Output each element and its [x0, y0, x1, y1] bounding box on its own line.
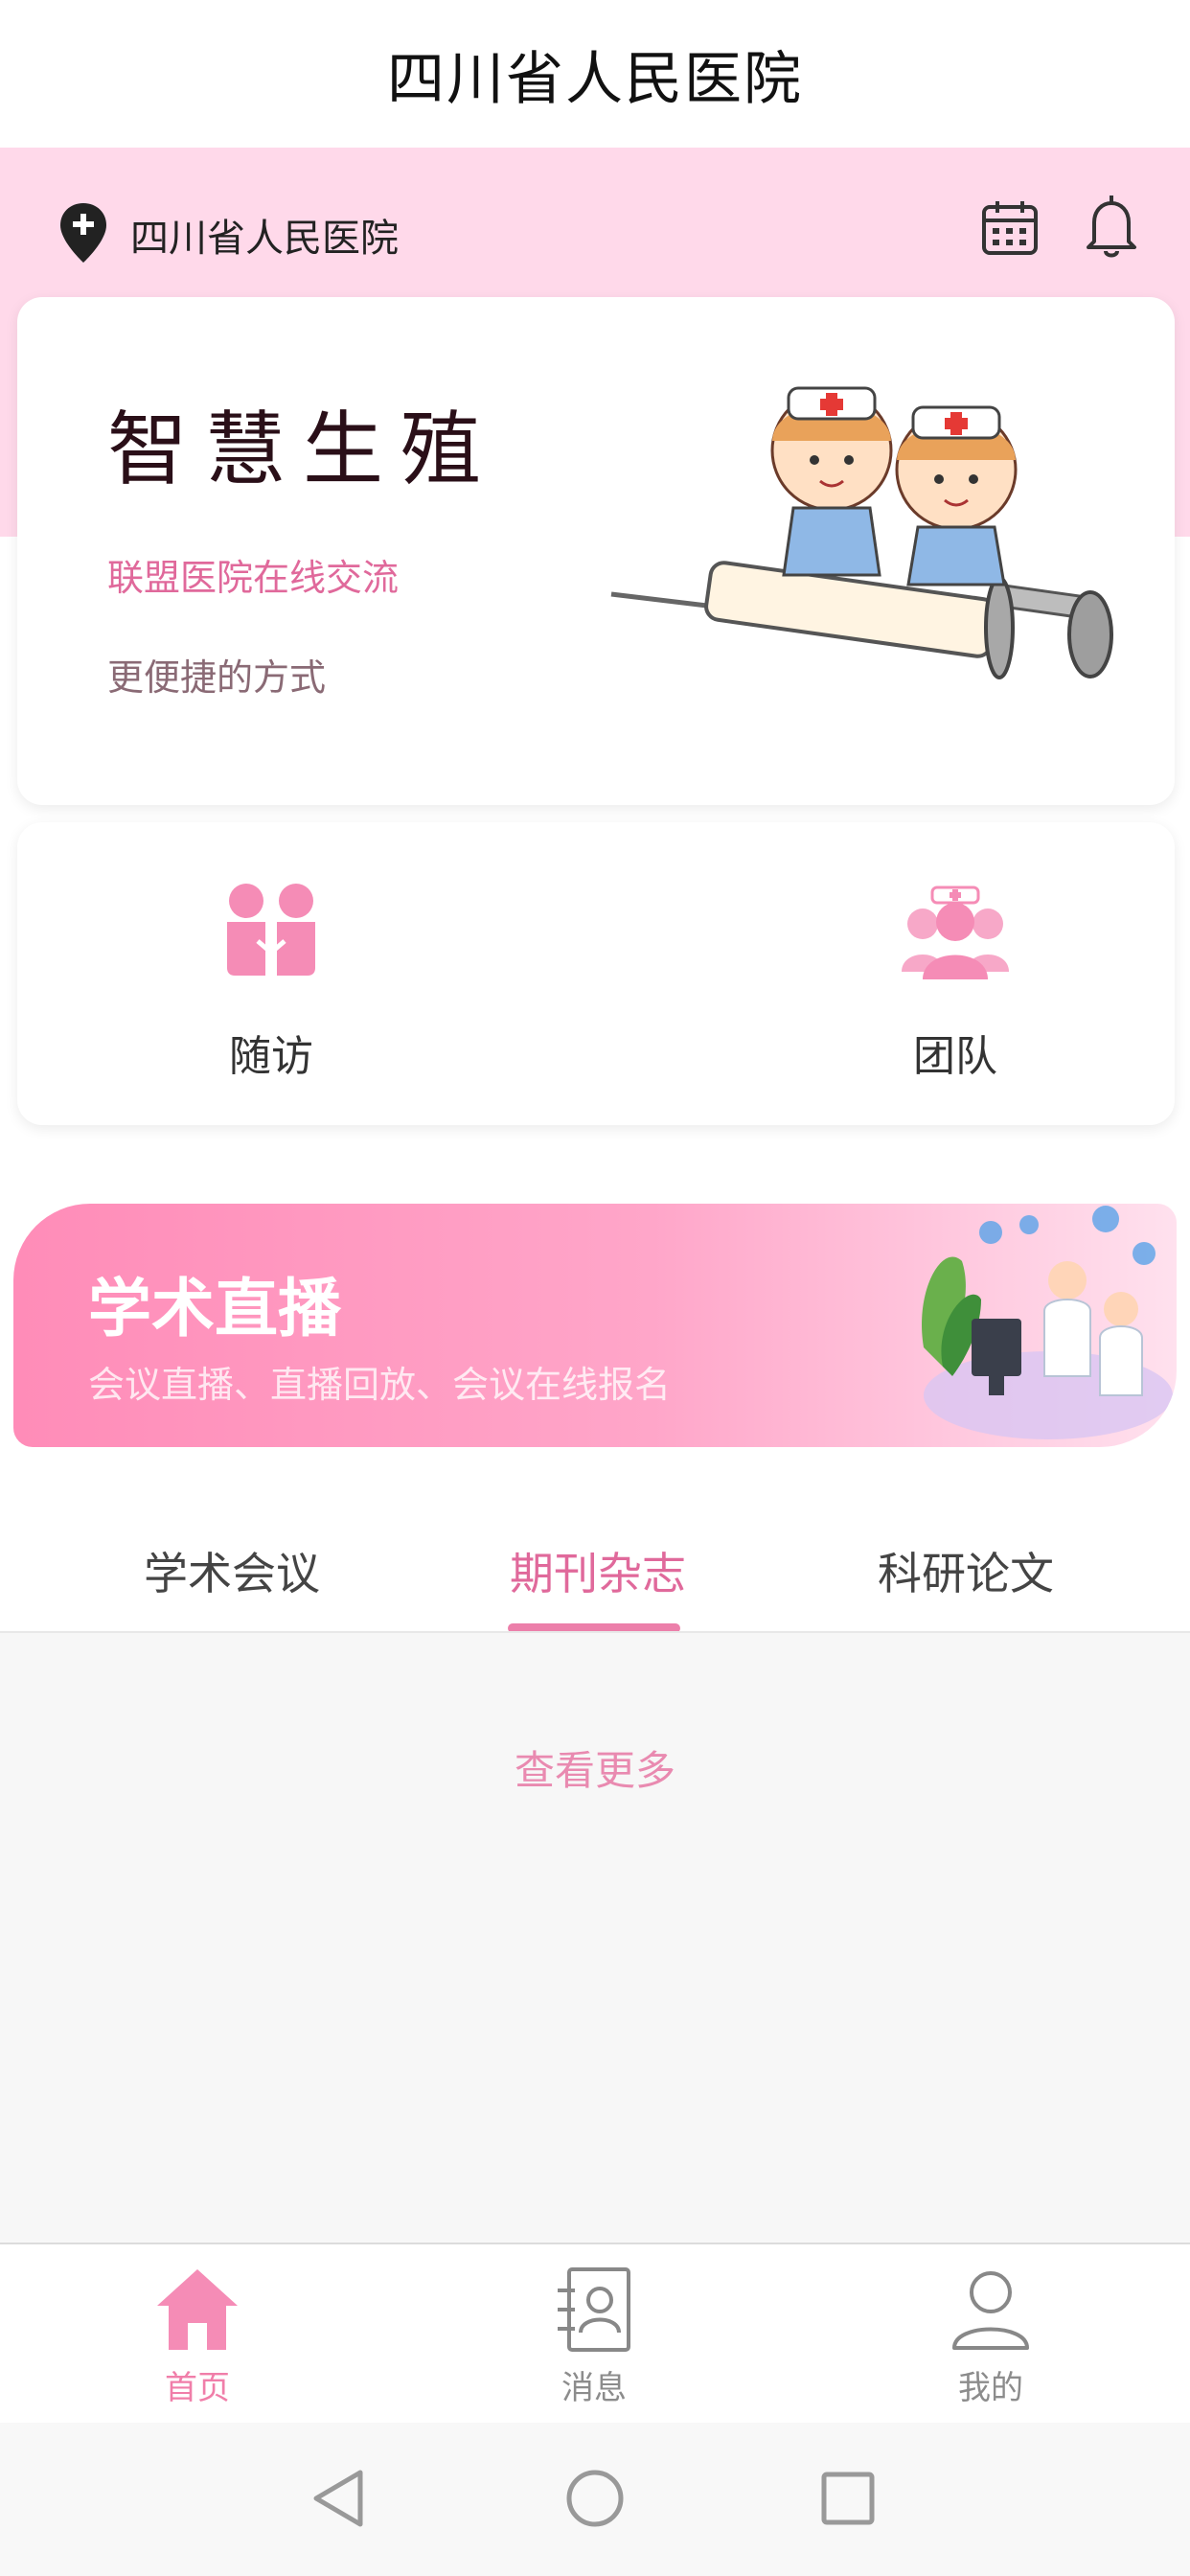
calendar-icon[interactable]	[979, 197, 1041, 259]
nav-profile[interactable]: 我的	[895, 2264, 1087, 2408]
nav-profile-label: 我的	[958, 2369, 1023, 2407]
home-circle-icon[interactable]	[561, 2465, 629, 2532]
home-icon	[157, 2269, 238, 2350]
user-icon	[952, 2271, 1029, 2350]
nav-messages-label: 消息	[561, 2369, 627, 2407]
banner-title: 学术直播	[88, 1272, 341, 1346]
hero-subtitle: 更便捷的方式	[107, 656, 327, 699]
quick-action-team[interactable]: 团队	[812, 880, 1099, 1083]
view-more-link[interactable]: 查看更多	[0, 1738, 1190, 1797]
page-title: 四川省人民医院	[387, 45, 803, 113]
quick-action-team-label: 团队	[913, 1032, 997, 1081]
back-triangle-icon[interactable]	[307, 2465, 374, 2532]
hero-card[interactable]: 智慧生殖 联盟医院在线交流 更便捷的方式	[17, 297, 1175, 805]
location-label[interactable]: 四川省人民医院	[130, 207, 399, 263]
tab-content-area: 查看更多	[0, 1633, 1190, 2242]
doctors-consultation-illustration	[922, 1206, 1173, 1439]
content-tabs: 学术会议 期刊杂志 科研论文	[0, 1514, 1190, 1633]
quick-action-follow-up-label: 随访	[229, 1032, 313, 1081]
nav-home-label: 首页	[165, 2369, 230, 2407]
nav-messages[interactable]: 消息	[498, 2264, 690, 2408]
tab-journals[interactable]: 期刊杂志	[510, 1539, 686, 1602]
contacts-card-icon	[558, 2267, 630, 2352]
quick-actions-card: 随访 团队	[17, 822, 1175, 1125]
location-row: 四川省人民医院	[0, 182, 1190, 278]
system-nav-bar	[0, 2423, 1190, 2576]
bell-icon[interactable]	[1083, 194, 1140, 261]
nurses-on-syringe-illustration	[610, 386, 1113, 679]
bottom-nav: 首页 消息 我的	[0, 2244, 1190, 2423]
live-banner[interactable]: 学术直播 会议直播、直播回放、会议在线报名	[13, 1204, 1177, 1447]
recent-apps-square-icon[interactable]	[814, 2465, 881, 2532]
hero-title: 智慧生殖	[107, 402, 499, 496]
banner-subtitle: 会议直播、直播回放、会议在线报名	[88, 1364, 672, 1406]
app-screen: 四川省人民医院 四川省人民医院 智慧生殖 联盟医院在线交流 更便捷的方式 随访 …	[0, 0, 1190, 2576]
nav-home[interactable]: 首页	[102, 2264, 293, 2408]
tab-academic-meetings[interactable]: 学术会议	[144, 1539, 320, 1602]
team-icon	[902, 886, 1009, 979]
tab-research-papers[interactable]: 科研论文	[878, 1539, 1054, 1602]
quick-action-follow-up[interactable]: 随访	[127, 880, 415, 1083]
hero-subtitle-accent: 联盟医院在线交流	[107, 557, 400, 599]
follow-up-icon	[227, 884, 315, 976]
title-bar: 四川省人民医院	[0, 0, 1190, 148]
location-pin-icon[interactable]	[57, 201, 109, 264]
